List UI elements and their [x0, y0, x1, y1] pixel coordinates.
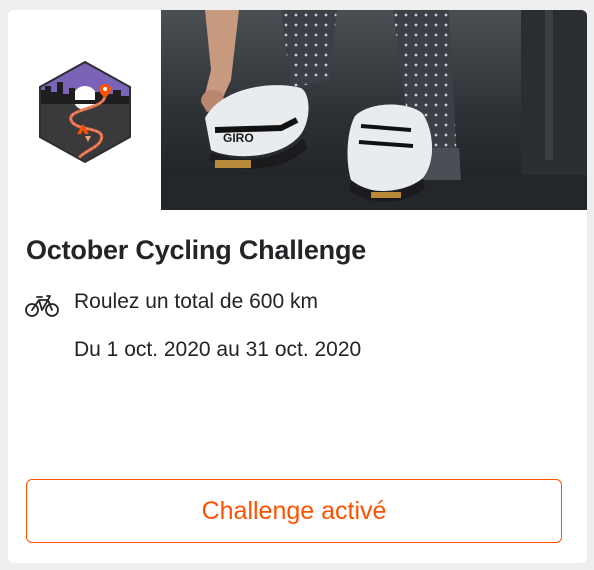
bike-icon: [25, 295, 59, 317]
cycling-shoes-photo: GIRO: [161, 10, 587, 210]
challenge-title: October Cycling Challenge: [26, 235, 367, 265]
shoe-brand-text: GIRO: [223, 131, 254, 145]
challenge-dates: Du 1 oct. 2020 au 31 oct. 2020: [74, 338, 362, 361]
badge-area: [8, 10, 161, 210]
challenge-badge-icon: [39, 60, 131, 164]
challenge-card: GIRO October Cycling Challenge Roulez un…: [8, 10, 587, 563]
hero-image: GIRO: [161, 10, 587, 210]
challenge-activated-button[interactable]: Challenge activé: [26, 479, 562, 543]
challenge-goal: Roulez un total de 600 km: [74, 290, 318, 313]
